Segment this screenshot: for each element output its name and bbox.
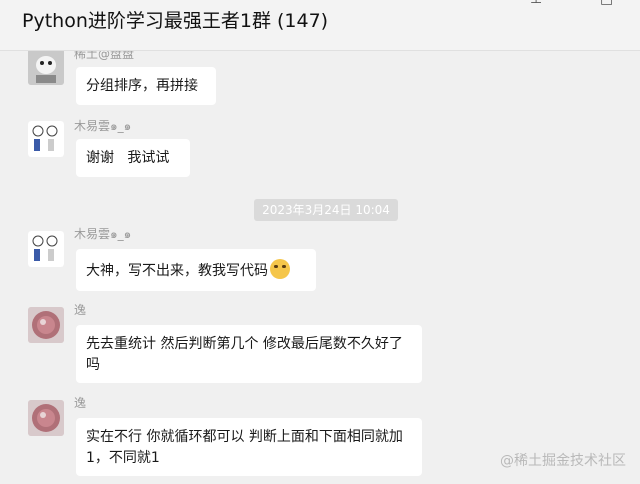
message-text: 分组排序，再拼接 <box>86 78 198 94</box>
message-text: 先去重统计 然后判断第几个 修改最后尾数不久好了吗 <box>86 336 403 373</box>
chat-header: Python进阶学习最强王者1群 (147) ⊥ — □ <box>0 0 640 51</box>
minimize-icon[interactable]: — <box>566 0 580 7</box>
laugh-cry-emoji-icon <box>270 259 290 279</box>
message-list[interactable]: 稀土@盘盘 分组排序，再拼接 木易雲๑_๑ 谢谢 我试试 2023年3月24日 … <box>0 51 640 484</box>
sender-name: 逸 <box>74 396 87 410</box>
message-text: 谢谢 我试试 <box>86 150 170 166</box>
avatar[interactable] <box>28 231 64 267</box>
avatar[interactable] <box>28 51 64 85</box>
chat-title: Python进阶学习最强王者1群 (147) <box>22 10 329 32</box>
maximize-icon[interactable]: □ <box>600 0 613 7</box>
timestamp: 2023年3月24日 10:04 <box>254 199 398 221</box>
message-bubble[interactable]: 大神，写不出来，教我写代码 <box>76 249 316 291</box>
message-bubble[interactable]: 先去重统计 然后判断第几个 修改最后尾数不久好了吗 <box>76 325 422 383</box>
avatar[interactable] <box>28 400 64 436</box>
message-bubble[interactable]: 分组排序，再拼接 <box>76 67 216 105</box>
sender-name: 稀土@盘盘 <box>74 51 135 61</box>
message-text: 大神，写不出来，教我写代码 <box>86 263 268 279</box>
pin-icon[interactable]: ⊥ <box>530 0 542 7</box>
avatar[interactable] <box>28 121 64 157</box>
sender-name: 木易雲๑_๑ <box>74 227 132 241</box>
avatar[interactable] <box>28 307 64 343</box>
message-bubble[interactable]: 实在不行 你就循环都可以 判断上面和下面相同就加1，不同就1 <box>76 418 422 476</box>
sender-name: 木易雲๑_๑ <box>74 119 132 133</box>
message-bubble[interactable]: 谢谢 我试试 <box>76 139 190 177</box>
watermark: @稀土掘金技术社区 <box>500 453 626 469</box>
message-text: 实在不行 你就循环都可以 判断上面和下面相同就加1，不同就1 <box>86 429 403 466</box>
sender-name: 逸 <box>74 303 87 317</box>
